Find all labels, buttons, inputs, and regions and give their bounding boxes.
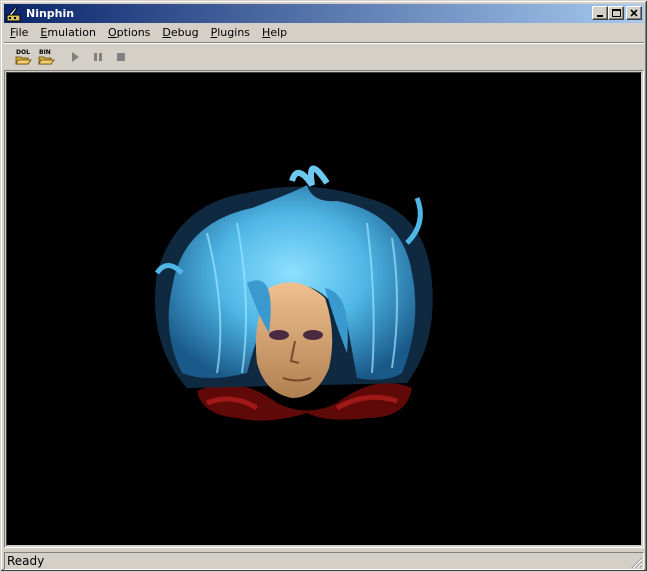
maximize-button[interactable] [608, 6, 624, 20]
menu-debug[interactable]: Debug [156, 24, 204, 42]
pause-button[interactable] [87, 46, 110, 68]
resize-grip-icon[interactable] [631, 557, 643, 569]
app-icon[interactable] [6, 6, 22, 22]
menu-debug-accel: D [162, 26, 171, 39]
open-dol-label: DOL [16, 49, 30, 56]
minimize-icon [597, 15, 603, 17]
open-bin-label: BIN [39, 49, 51, 56]
title-bar[interactable]: Ninphin [4, 4, 644, 23]
open-dol-button[interactable]: DOL [12, 46, 35, 68]
menu-file[interactable]: File [4, 24, 34, 42]
close-button[interactable] [626, 6, 642, 20]
menu-bar: File Emulation Options Debug Plugins Hel… [4, 24, 644, 42]
close-icon [630, 9, 638, 17]
menu-options-accel: O [107, 26, 117, 39]
menu-help[interactable]: Help [256, 24, 293, 42]
play-button[interactable] [64, 46, 87, 68]
toolbar: DOL BIN [4, 45, 644, 69]
menu-file-label: ile [15, 26, 29, 39]
menu-emulation-label: mulation [47, 26, 96, 39]
menu-separator [4, 42, 644, 44]
emulator-display[interactable] [4, 70, 644, 548]
menu-options-label: ptions [116, 26, 151, 39]
status-text: Ready [4, 551, 644, 570]
open-bin-button[interactable]: BIN [35, 46, 58, 68]
app-window: Ninphin File Emulation Options Debug Plu… [0, 0, 648, 572]
menu-emulation[interactable]: Emulation [34, 24, 102, 42]
stop-button[interactable] [110, 46, 133, 68]
open-dol-icon: DOL [15, 49, 32, 65]
render-surface[interactable] [6, 72, 642, 546]
play-icon [72, 52, 79, 62]
window-controls [592, 6, 642, 20]
maximize-icon [612, 9, 621, 17]
stop-icon [117, 53, 125, 61]
menu-help-label: elp [270, 26, 288, 39]
menu-debug-label: ebug [170, 26, 199, 39]
menu-options[interactable]: Options [102, 24, 156, 42]
minimize-button[interactable] [592, 6, 608, 20]
pause-icon [94, 53, 102, 61]
menu-plugins-label: lugins [217, 26, 251, 39]
window-title: Ninphin [26, 7, 75, 20]
status-bar: Ready [4, 551, 644, 570]
open-bin-icon: BIN [38, 49, 55, 65]
game-frame-image [154, 165, 433, 421]
menu-plugins[interactable]: Plugins [205, 24, 256, 42]
